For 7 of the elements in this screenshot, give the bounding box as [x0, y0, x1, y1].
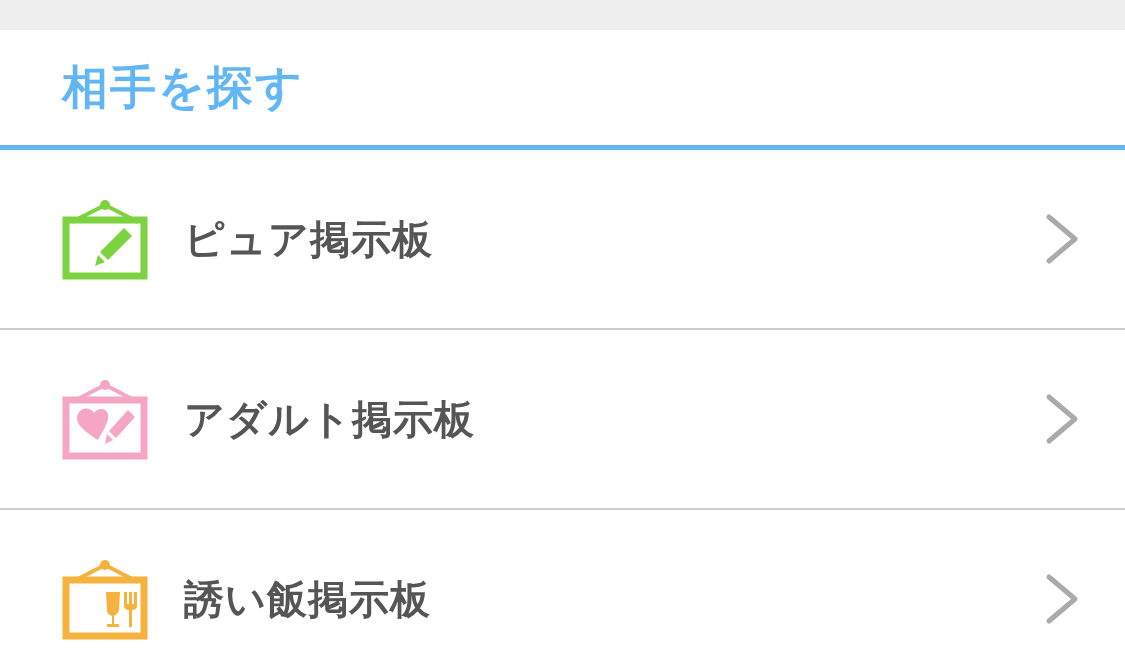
board-list-item[interactable]: アダルト掲示板 [0, 330, 1125, 510]
board-list-item[interactable]: ピュア掲示板 [0, 150, 1125, 330]
section-title: 相手を探す [62, 58, 304, 116]
board-label: 誘い飯掲示板 [184, 574, 432, 624]
board-label: ピュア掲示板 [184, 214, 434, 264]
board-label: アダルト掲示板 [184, 394, 476, 444]
board-list-item[interactable]: 誘い飯掲示板 [0, 510, 1125, 664]
